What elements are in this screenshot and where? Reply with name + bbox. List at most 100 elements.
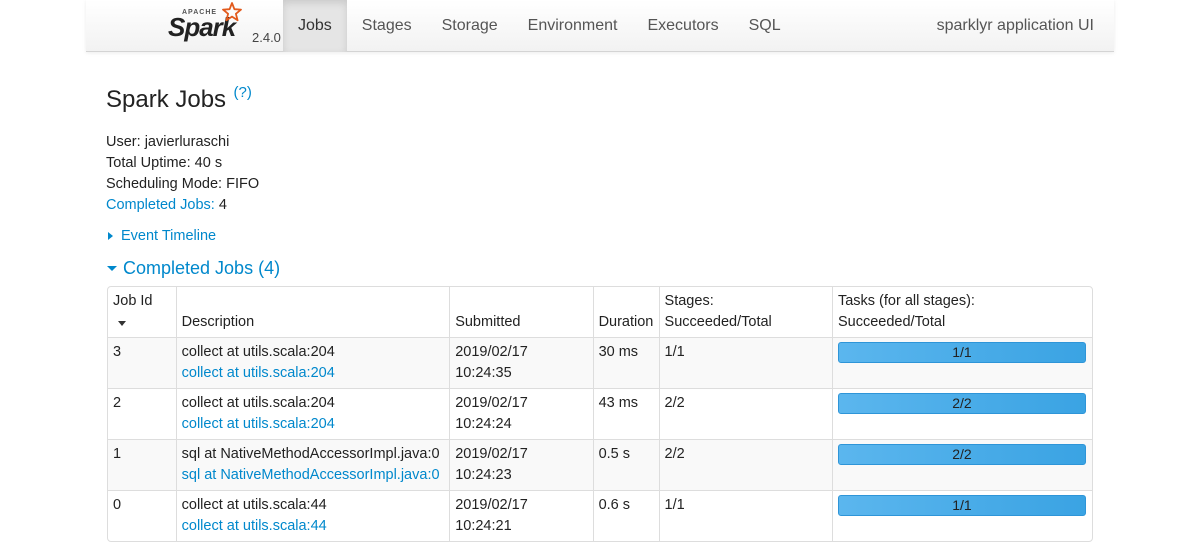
- page-title: Spark Jobs: [106, 86, 227, 113]
- tasks-cell: 1/1: [831, 337, 1092, 388]
- user-label: User:: [106, 134, 141, 150]
- tab-stages[interactable]: Stages: [347, 0, 427, 52]
- job-summary: User: javierluraschi Total Uptime: 40 s …: [106, 132, 1096, 216]
- main-content: Spark Jobs (?) User: javierluraschi Tota…: [106, 80, 1096, 280]
- submitted-cell: 2019/02/17 10:24:23: [449, 439, 593, 490]
- scheduling-label: Scheduling Mode:: [106, 176, 223, 192]
- nav-tabs: Jobs Stages Storage Environment Executor…: [283, 0, 796, 52]
- column-header-stages[interactable]: Stages: Succeeded/Total: [658, 287, 832, 337]
- completed-jobs-toggle[interactable]: Completed Jobs (4): [106, 256, 1096, 280]
- spark-version: 2.4.0: [252, 30, 281, 45]
- spark-star-icon: [222, 2, 242, 22]
- description-text: collect at utils.scala:44: [181, 497, 327, 513]
- triangle-right-icon: [108, 232, 113, 240]
- column-header-job-id[interactable]: Job Id: [108, 287, 176, 337]
- table-row: 3 collect at utils.scala:204 collect at …: [108, 337, 1092, 388]
- stages-cell: 1/1: [658, 490, 832, 541]
- submitted-time: 10:24:21: [455, 518, 512, 534]
- summary-user: User: javierluraschi: [106, 132, 1096, 153]
- spark-logo[interactable]: APACHE Spark 2.4.0: [126, 2, 286, 48]
- description-link[interactable]: collect at utils.scala:204: [182, 414, 445, 435]
- description-cell: sql at NativeMethodAccessorImpl.java:0 s…: [175, 439, 450, 490]
- table-row: 2 collect at utils.scala:204 collect at …: [108, 388, 1092, 439]
- scheduling-value: FIFO: [226, 176, 260, 192]
- completed-jobs-count: 4: [218, 197, 227, 213]
- job-id-header-label: Job Id: [113, 293, 153, 309]
- completed-jobs-link[interactable]: Completed Jobs:: [106, 197, 215, 213]
- description-cell: collect at utils.scala:204 collect at ut…: [175, 388, 450, 439]
- column-header-tasks[interactable]: Tasks (for all stages): Succeeded/Total: [831, 287, 1092, 337]
- submitted-cell: 2019/02/17 10:24:21: [449, 490, 593, 541]
- tasks-cell: 1/1: [831, 490, 1092, 541]
- submitted-time: 10:24:23: [455, 467, 512, 483]
- submitted-date: 2019/02/17: [455, 446, 528, 462]
- task-progress-bar: 1/1: [837, 342, 1086, 363]
- task-progress-bar: 1/1: [837, 495, 1086, 516]
- application-title: sparklyr application UI: [936, 17, 1094, 34]
- description-text: collect at utils.scala:204: [181, 344, 335, 360]
- uptime-label: Total Uptime:: [106, 155, 191, 171]
- submitted-time: 10:24:24: [455, 416, 512, 432]
- task-progress-text: 2/2: [952, 395, 972, 411]
- completed-jobs-table: Job Id Description Submitted Duration St…: [107, 286, 1093, 542]
- duration-cell: 0.5 s: [592, 439, 659, 490]
- job-id-cell: 3: [108, 337, 176, 388]
- tasks-cell: 2/2: [831, 388, 1092, 439]
- summary-completed: Completed Jobs: 4: [106, 195, 1096, 216]
- submitted-date: 2019/02/17: [455, 344, 528, 360]
- duration-cell: 0.6 s: [592, 490, 659, 541]
- top-navbar: APACHE Spark 2.4.0 Jobs Stages Storage E…: [86, 0, 1114, 52]
- description-cell: collect at utils.scala:204 collect at ut…: [175, 337, 450, 388]
- task-progress-text: 1/1: [952, 344, 972, 360]
- stages-cell: 1/1: [658, 337, 832, 388]
- tab-jobs[interactable]: Jobs: [283, 0, 347, 52]
- uptime-value: 40 s: [194, 155, 223, 171]
- sort-down-icon[interactable]: [118, 321, 126, 326]
- tasks-header-line2: Succeeded/Total: [837, 314, 946, 330]
- event-timeline-label: Event Timeline: [121, 228, 217, 244]
- stages-cell: 2/2: [658, 439, 832, 490]
- description-link[interactable]: collect at utils.scala:44: [182, 516, 445, 537]
- table-row: 1 sql at NativeMethodAccessorImpl.java:0…: [108, 439, 1092, 490]
- submitted-cell: 2019/02/17 10:24:24: [449, 388, 593, 439]
- task-progress-bar: 2/2: [837, 444, 1086, 465]
- stages-header-line2: Succeeded/Total: [664, 314, 772, 330]
- user-value: javierluraschi: [144, 134, 230, 150]
- duration-cell: 30 ms: [592, 337, 659, 388]
- submitted-date: 2019/02/17: [455, 395, 528, 411]
- description-link[interactable]: sql at NativeMethodAccessorImpl.java:0: [182, 465, 445, 486]
- task-progress-text: 2/2: [952, 446, 972, 462]
- title-row: Spark Jobs (?): [106, 80, 1096, 120]
- tab-environment[interactable]: Environment: [513, 0, 633, 52]
- column-header-duration[interactable]: Duration: [592, 287, 659, 337]
- completed-jobs-heading: Completed Jobs (4): [123, 258, 281, 278]
- stages-header-line1: Stages:: [664, 293, 714, 309]
- job-id-cell: 0: [108, 490, 176, 541]
- tasks-header-line1: Tasks (for all stages):: [837, 293, 975, 309]
- event-timeline-toggle[interactable]: Event Timeline: [106, 226, 1096, 246]
- tab-executors[interactable]: Executors: [632, 0, 733, 52]
- duration-cell: 43 ms: [592, 388, 659, 439]
- summary-uptime: Total Uptime: 40 s: [106, 153, 1096, 174]
- description-text: sql at NativeMethodAccessorImpl.java:0: [181, 446, 440, 462]
- submitted-date: 2019/02/17: [455, 497, 528, 513]
- task-progress-text: 1/1: [952, 497, 972, 513]
- triangle-down-icon: [107, 266, 117, 271]
- job-id-cell: 1: [108, 439, 176, 490]
- task-progress-bar: 2/2: [837, 393, 1086, 414]
- description-text: collect at utils.scala:204: [181, 395, 335, 411]
- submitted-cell: 2019/02/17 10:24:35: [449, 337, 593, 388]
- table-row: 0 collect at utils.scala:44 collect at u…: [108, 490, 1092, 541]
- description-link[interactable]: collect at utils.scala:204: [182, 363, 445, 384]
- table-header-row: Job Id Description Submitted Duration St…: [108, 287, 1092, 337]
- tab-storage[interactable]: Storage: [427, 0, 513, 52]
- submitted-time: 10:24:35: [455, 365, 512, 381]
- column-header-submitted[interactable]: Submitted: [449, 287, 592, 337]
- stages-cell: 2/2: [658, 388, 832, 439]
- job-id-cell: 2: [108, 388, 176, 439]
- column-header-description[interactable]: Description: [175, 287, 450, 337]
- summary-scheduling: Scheduling Mode: FIFO: [106, 174, 1096, 195]
- description-cell: collect at utils.scala:44 collect at uti…: [175, 490, 450, 541]
- help-link[interactable]: (?): [234, 84, 252, 101]
- tab-sql[interactable]: SQL: [734, 0, 796, 52]
